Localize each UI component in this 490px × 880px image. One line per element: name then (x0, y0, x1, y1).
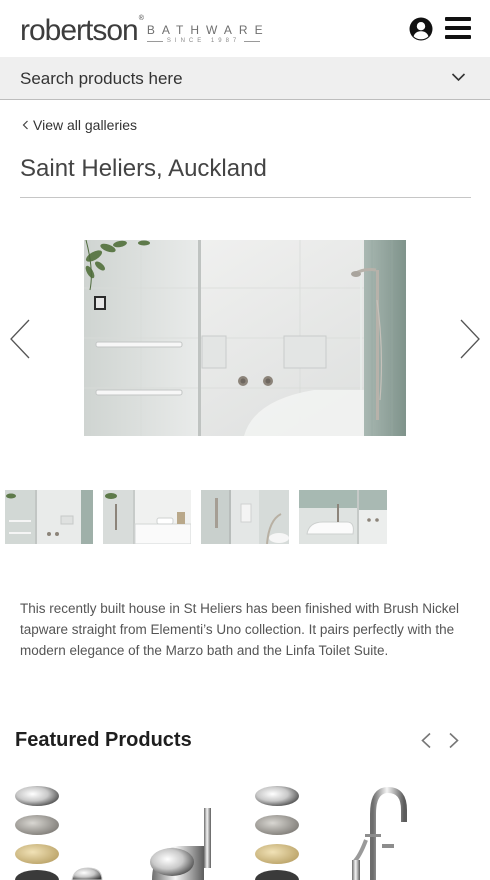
logo-since-row: SINCE 1987 (146, 38, 270, 44)
logo-bathware: BATHWARE (146, 23, 270, 37)
gallery-thumbnail[interactable] (103, 490, 191, 544)
product-card[interactable] (352, 786, 407, 880)
chevron-right-icon[interactable] (448, 732, 460, 749)
gallery-thumbnail[interactable] (5, 490, 93, 544)
view-all-galleries-link[interactable]: View all galleries (22, 117, 137, 133)
logo-tagline: BATHWARE SINCE 1987 (146, 23, 270, 46)
arrow-left-icon[interactable] (8, 318, 32, 360)
logo-registered-mark: ® (138, 15, 144, 22)
product-card[interactable] (15, 786, 103, 880)
site-header: robertson ® BATHWARE SINCE 1987 (0, 0, 490, 57)
chevron-down-icon[interactable] (451, 72, 466, 82)
gallery-thumbnail[interactable] (299, 490, 387, 544)
title-divider (20, 197, 471, 198)
gallery-thumbnail[interactable] (201, 490, 289, 544)
product-card[interactable] (255, 786, 299, 880)
product-card[interactable] (150, 808, 211, 880)
gallery-description: This recently built house in St Heliers … (20, 601, 459, 658)
page-title: Saint Heliers, Auckland (20, 155, 267, 182)
logo-rule-right (244, 40, 261, 42)
arrow-right-icon[interactable] (458, 318, 482, 360)
robertson-logo[interactable]: robertson ® BATHWARE SINCE 1987 (20, 12, 270, 46)
back-link-label: View all galleries (33, 117, 138, 133)
logo-wordmark: robertson (20, 14, 139, 47)
chevron-left-icon (22, 120, 28, 130)
featured-products-heading: Featured Products (15, 729, 192, 751)
search-placeholder: Search products here (20, 69, 183, 88)
chevron-left-icon[interactable] (420, 732, 432, 749)
search-products-dropdown[interactable]: Search products here (0, 57, 490, 100)
gallery-main-image[interactable] (84, 240, 406, 436)
featured-products-carousel (0, 778, 490, 880)
logo-since: SINCE 1987 (166, 38, 241, 44)
user-circle-icon[interactable] (409, 17, 433, 41)
logo-rule-left (146, 40, 163, 42)
hamburger-menu-icon[interactable] (445, 17, 471, 39)
